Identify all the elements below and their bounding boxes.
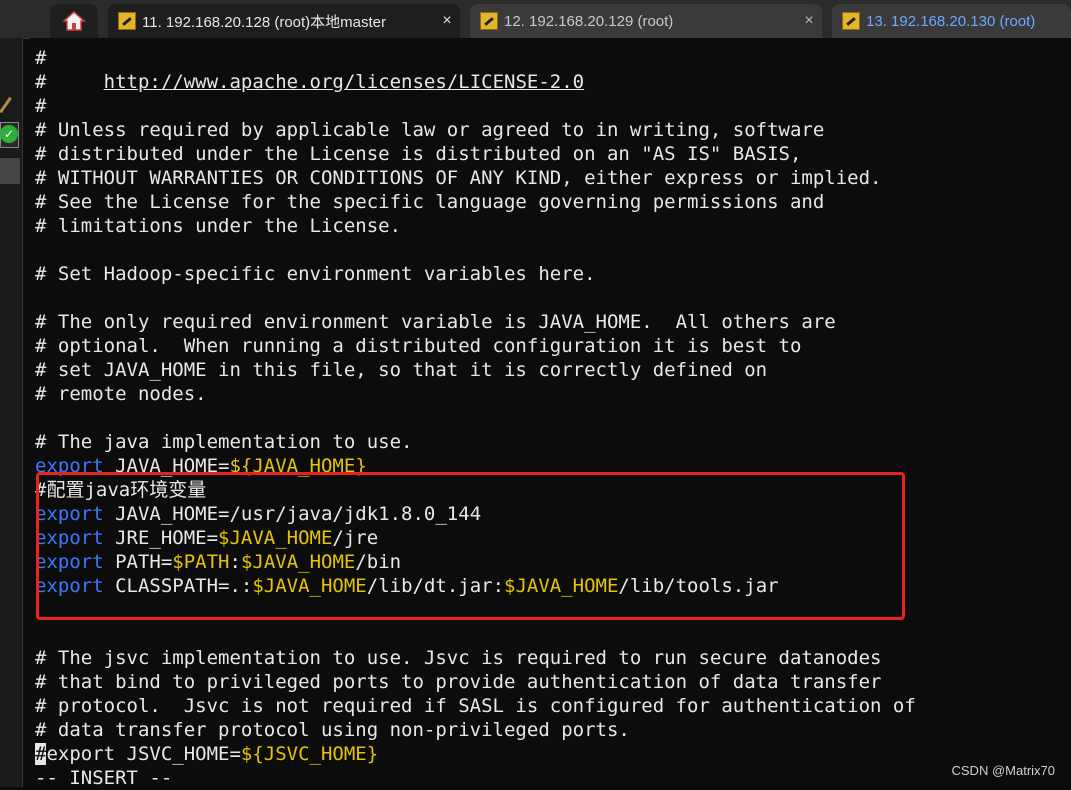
license-link[interactable]: http://www.apache.org/licenses/LICENSE-2… [104,71,584,93]
terminal-line: # [35,47,47,69]
check-icon: ✓ [0,125,18,143]
tab-session-13[interactable]: 13. 192.168.20.130 (root) [832,4,1071,38]
status-badge: ✓ [0,122,19,148]
terminal-line: # WITHOUT WARRANTIES OR CONDITIONS OF AN… [35,167,882,189]
terminal-line: # distributed under the License is distr… [35,143,802,165]
watermark: CSDN @Matrix70 [951,763,1056,778]
terminal-line: # The jsvc implementation to use. Jsvc i… [35,647,882,669]
terminal-line: # data transfer protocol using non-privi… [35,719,630,741]
close-icon[interactable]: × [434,12,460,30]
terminal-line: # limitations under the License. [35,215,402,237]
wand-icon [0,96,12,114]
home-tab[interactable] [50,4,98,38]
terminal-area[interactable]: # # http://www.apache.org/licenses/LICEN… [30,38,1071,789]
terminal-line: # Set Hadoop-specific environment variab… [35,263,596,285]
insert-mode-indicator: -- INSERT -- [35,767,173,789]
tab-label: 13. 192.168.20.130 (root) [866,12,1036,30]
terminal-tab-icon [118,12,136,30]
annotation-highlight-box [36,472,905,620]
terminal-line: # See the License for the specific langu… [35,191,825,213]
tab-session-11[interactable]: 11. 192.168.20.128 (root)本地master × [108,4,460,38]
terminal-line: #export JSVC_HOME=${JSVC_HOME} [35,743,379,765]
terminal-line: # set JAVA_HOME in this file, so that it… [35,359,768,381]
close-icon[interactable]: × [796,12,822,30]
home-icon [62,10,86,31]
terminal-tab-icon [480,12,498,30]
terminal-tab-icon [842,12,860,30]
terminal-line: # [35,95,47,117]
terminal-line: # The only required environment variable… [35,311,836,333]
tab-session-12[interactable]: 12. 192.168.20.129 (root) × [470,4,822,38]
terminal-line: # Unless required by applicable law or a… [35,119,825,141]
sidebar-block [0,158,20,184]
cursor: # [35,743,47,765]
tab-label: 12. 192.168.20.129 (root) [504,12,674,30]
tab-bar: 11. 192.168.20.128 (root)本地master × 12. … [0,0,1071,39]
tab-label: 11. 192.168.20.128 (root)本地master [142,13,387,31]
terminal-line: # http://www.apache.org/licenses/LICENSE… [35,71,585,93]
terminal-line: # The java implementation to use. [35,431,413,453]
terminal-line: # that bind to privileged ports to provi… [35,671,882,693]
terminal-line: # optional. When running a distributed c… [35,335,802,357]
terminal-line: # remote nodes. [35,383,207,405]
left-sidebar: ✓ [0,38,23,787]
terminal-line: # protocol. Jsvc is not required if SASL… [35,695,916,717]
